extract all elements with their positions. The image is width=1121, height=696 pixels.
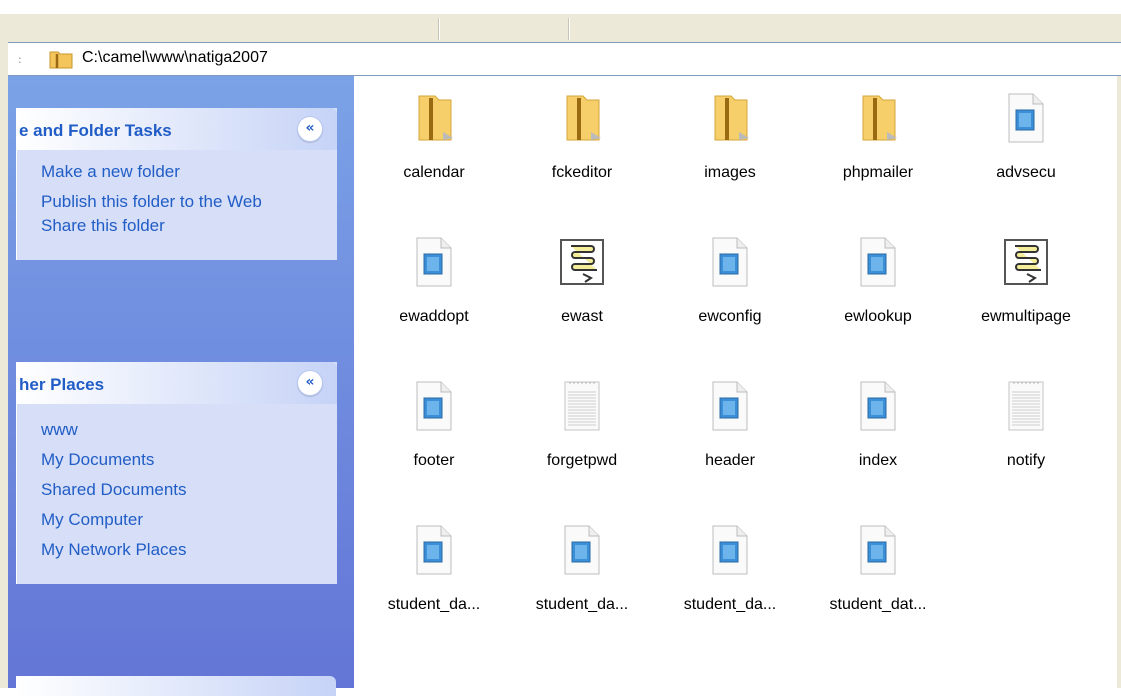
file-name: notify: [1006, 452, 1046, 469]
panel-header[interactable]: her Places «: [17, 362, 337, 404]
task-link-publish-folder[interactable]: Publish this folder to the Web: [41, 192, 311, 212]
file-name: index: [858, 452, 898, 469]
file-item[interactable]: fckeditor: [507, 80, 657, 200]
file-name: footer: [413, 452, 455, 469]
php-file-icon: [853, 378, 903, 434]
file-item[interactable]: student_dat...: [803, 512, 953, 632]
script-file-icon: [1001, 234, 1051, 290]
file-item[interactable]: student_da...: [359, 512, 509, 632]
file-item[interactable]: forgetpwd: [507, 368, 657, 488]
file-item[interactable]: footer: [359, 368, 509, 488]
php-file-icon: [409, 522, 459, 578]
folder-icon: [705, 90, 755, 146]
file-item[interactable]: ewmultipage: [951, 224, 1101, 344]
toolbar-separator: [438, 18, 440, 40]
php-file-icon: [705, 378, 755, 434]
address-label-edge: :: [18, 53, 22, 66]
file-item[interactable]: advsecu: [951, 80, 1101, 200]
file-item[interactable]: calendar: [359, 80, 509, 200]
file-name: student_da...: [683, 596, 777, 613]
php-file-icon: [557, 522, 607, 578]
file-item[interactable]: ewlookup: [803, 224, 953, 344]
file-name: forgetpwd: [546, 452, 618, 469]
panel-title: e and Folder Tasks: [19, 121, 172, 140]
folder-icon: [409, 90, 459, 146]
file-name: ewaddopt: [399, 308, 469, 325]
file-item[interactable]: student_da...: [507, 512, 657, 632]
folder-icon: [557, 90, 607, 146]
file-name: ewmultipage: [981, 308, 1071, 325]
file-name: student_da...: [387, 596, 481, 613]
place-link-my-computer[interactable]: My Computer: [41, 510, 311, 530]
file-item[interactable]: index: [803, 368, 953, 488]
text-file-icon: [557, 378, 607, 434]
file-name: ewast: [561, 308, 603, 325]
task-link-make-folder[interactable]: Make a new folder: [41, 162, 311, 182]
toolbar-separator: [568, 18, 570, 40]
file-name: phpmailer: [842, 164, 914, 181]
file-name: student_dat...: [829, 596, 927, 613]
file-item[interactable]: header: [655, 368, 805, 488]
php-file-icon: [853, 234, 903, 290]
collapse-icon[interactable]: «: [297, 370, 323, 396]
file-name: calendar: [403, 164, 465, 181]
file-name: student_da...: [535, 596, 629, 613]
file-name: ewconfig: [698, 308, 762, 325]
address-path[interactable]: C:\camel\www\natiga2007: [82, 49, 268, 67]
file-item[interactable]: images: [655, 80, 805, 200]
collapse-icon[interactable]: «: [297, 116, 323, 142]
file-folder-tasks-panel: e and Folder Tasks « Make a new folder P…: [16, 108, 337, 260]
panel-title: her Places: [19, 375, 105, 394]
file-name: advsecu: [996, 164, 1056, 181]
panel-header[interactable]: e and Folder Tasks «: [17, 108, 337, 150]
address-bar[interactable]: : C:\camel\www\natiga2007: [8, 42, 1121, 76]
php-file-icon: [705, 234, 755, 290]
file-name: ewlookup: [844, 308, 912, 325]
file-item[interactable]: phpmailer: [803, 80, 953, 200]
file-item[interactable]: ewconfig: [655, 224, 805, 344]
php-file-icon: [853, 522, 903, 578]
file-grid: calendar fckeditor images phpmailer advsecu e…: [355, 80, 1121, 680]
file-item[interactable]: student_da...: [655, 512, 805, 632]
php-file-icon: [705, 522, 755, 578]
panel-body: www My Documents Shared Documents My Com…: [17, 404, 337, 584]
folder-icon: [49, 51, 73, 69]
file-name: images: [704, 164, 756, 181]
place-link-shared-documents[interactable]: Shared Documents: [41, 480, 311, 500]
file-name: header: [705, 452, 755, 469]
place-link-www[interactable]: www: [41, 420, 311, 440]
file-item[interactable]: ewaddopt: [359, 224, 509, 344]
file-item[interactable]: ewast: [507, 224, 657, 344]
task-link-share-folder[interactable]: Share this folder: [41, 216, 311, 236]
file-name: fckeditor: [551, 164, 613, 181]
panel-body: Make a new folder Publish this folder to…: [17, 150, 337, 260]
place-link-my-network-places[interactable]: My Network Places: [41, 540, 311, 560]
php-file-icon: [409, 234, 459, 290]
details-panel-header[interactable]: [16, 676, 336, 696]
folder-icon: [853, 90, 903, 146]
place-link-my-documents[interactable]: My Documents: [41, 450, 311, 470]
task-pane: e and Folder Tasks « Make a new folder P…: [8, 76, 354, 696]
php-file-icon: [409, 378, 459, 434]
toolbar: [8, 14, 1121, 43]
text-file-icon: [1001, 378, 1051, 434]
script-file-icon: [557, 234, 607, 290]
php-file-icon: [1001, 90, 1051, 146]
file-item[interactable]: notify: [951, 368, 1101, 488]
other-places-panel: her Places « www My Documents Shared Doc…: [16, 362, 337, 584]
